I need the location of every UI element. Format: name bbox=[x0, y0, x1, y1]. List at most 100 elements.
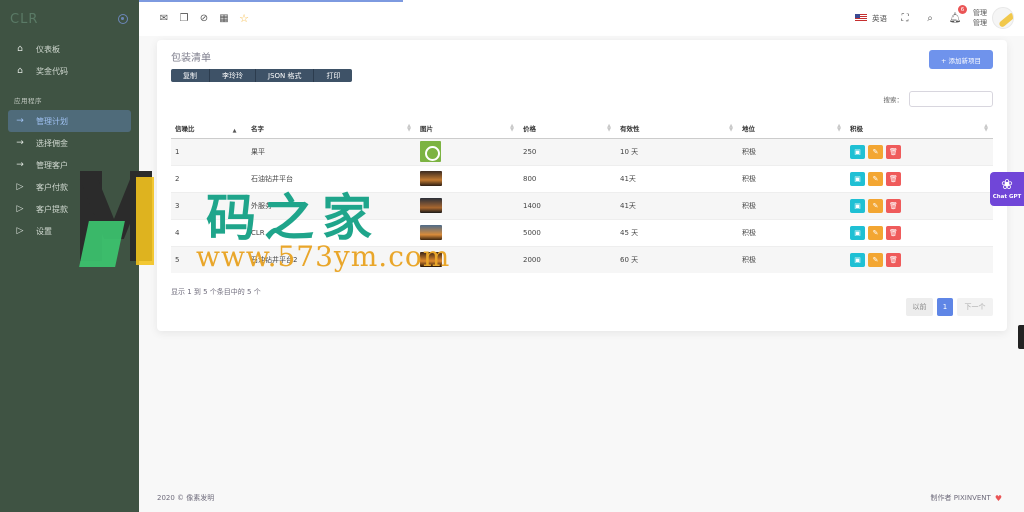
cell-no: 5 bbox=[171, 245, 247, 273]
view-icon[interactable]: ▣ bbox=[850, 252, 865, 267]
chat-icon[interactable]: ❐ bbox=[177, 11, 191, 25]
arrow-right-icon: → bbox=[16, 138, 24, 148]
language-selector[interactable]: 英语 bbox=[855, 13, 887, 24]
cell-no: 1 bbox=[171, 137, 247, 165]
star-icon[interactable]: ☆ bbox=[237, 11, 251, 25]
cell-name: CLR bbox=[247, 218, 416, 246]
sidebar-item-commission[interactable]: → 选择佣金 bbox=[8, 132, 131, 154]
cell-image bbox=[416, 164, 519, 192]
navbar-shortcuts: ✉ ❐ ⊘ ▦ ☆ bbox=[157, 11, 251, 25]
top-navbar: ✉ ❐ ⊘ ▦ ☆ 英语 ⛶ ⌕ 🔔︎ 6 管理 管理 bbox=[139, 0, 1024, 36]
column-header-image[interactable]: 图片 ▲ ▼ bbox=[416, 119, 519, 139]
view-icon[interactable]: ▣ bbox=[850, 198, 865, 213]
sidebar-item-label: 客户提款 bbox=[36, 204, 68, 214]
edit-icon[interactable]: ✎ bbox=[868, 252, 883, 267]
table-row: 1 果平 250 10 天 积极 ▣ ✎ 🗑︎ bbox=[171, 137, 993, 165]
sidebar: CLR ⌂ 仪表板 ⌂ 奖金代码 应用程序 → 管理计划 → 选择佣金 → 管理… bbox=[0, 0, 139, 512]
view-icon[interactable]: ▣ bbox=[850, 171, 865, 186]
sidebar-item-withdrawals[interactable]: ▷ 客户提款 bbox=[8, 198, 131, 220]
bell-icon[interactable]: 🔔︎ 6 bbox=[948, 5, 967, 25]
copy-button[interactable]: 复制 bbox=[171, 69, 210, 82]
column-header-actions[interactable]: 积极 ▲ ▼ bbox=[846, 119, 993, 139]
sidebar-item-label: 奖金代码 bbox=[36, 66, 68, 76]
pagination: 以前 1 下一个 bbox=[906, 298, 993, 316]
search-input[interactable] bbox=[909, 91, 993, 107]
cell-name: 外服务 bbox=[247, 191, 416, 219]
sort-icon: ▲ ▼ bbox=[984, 123, 988, 133]
delete-icon[interactable]: 🗑︎ bbox=[886, 171, 901, 186]
edit-icon[interactable]: ✎ bbox=[868, 225, 883, 240]
chatgpt-icon: ❀ bbox=[1001, 177, 1013, 193]
delete-icon[interactable]: 🗑︎ bbox=[886, 198, 901, 213]
json-button[interactable]: JSON 格式 bbox=[256, 69, 315, 82]
table-search: 搜索： bbox=[884, 91, 993, 107]
view-icon[interactable]: ▣ bbox=[850, 225, 865, 240]
cell-actions: ▣ ✎ 🗑︎ bbox=[846, 191, 993, 219]
export-button-group: 复制 李玲玲 JSON 格式 打印 bbox=[171, 69, 353, 82]
sidebar-item-label: 客户付款 bbox=[36, 182, 68, 192]
user-menu[interactable]: 管理 管理 bbox=[973, 7, 1014, 29]
next-page-button[interactable]: 下一个 bbox=[957, 298, 993, 316]
sidebar-item-customers[interactable]: → 管理客户 bbox=[8, 154, 131, 176]
notification-badge: 6 bbox=[958, 5, 967, 14]
cell-price: 2000 bbox=[519, 245, 616, 273]
add-new-item-button[interactable]: + 添加新项目 bbox=[929, 50, 993, 69]
print-button[interactable]: 打印 bbox=[314, 69, 353, 82]
view-icon[interactable]: ▣ bbox=[850, 144, 865, 159]
table-row: 4 CLR 5000 45 天 积极 ▣ ✎ 🗑︎ bbox=[171, 218, 993, 246]
user-info: 管理 管理 bbox=[973, 8, 987, 28]
home-icon: ⌂ bbox=[17, 44, 23, 54]
sidebar-item-label: 设置 bbox=[36, 226, 52, 236]
home-icon: ⌂ bbox=[17, 66, 23, 76]
search-icon[interactable]: ⌕ bbox=[923, 11, 937, 25]
us-flag-icon bbox=[855, 14, 867, 22]
cell-image bbox=[416, 245, 519, 273]
brand-logo[interactable]: CLR bbox=[10, 12, 38, 27]
previous-page-button[interactable]: 以前 bbox=[906, 298, 933, 316]
page-1-button[interactable]: 1 bbox=[937, 298, 953, 316]
column-header-snr[interactable]: 信噪比 ▲ bbox=[171, 119, 247, 139]
sidebar-item-dashboard[interactable]: ⌂ 仪表板 bbox=[8, 38, 131, 60]
sort-icon: ▲ ▼ bbox=[729, 123, 733, 133]
sidebar-item-manage-plans[interactable]: → 管理计划 bbox=[8, 110, 131, 132]
edit-icon[interactable]: ✎ bbox=[868, 144, 883, 159]
edit-icon[interactable]: ✎ bbox=[868, 198, 883, 213]
check-circle-icon[interactable]: ⊘ bbox=[197, 11, 211, 25]
fullscreen-icon[interactable]: ⛶ bbox=[898, 11, 912, 25]
table-info: 显示 1 到 5 个条目中的 5 个 bbox=[171, 288, 261, 296]
delete-icon[interactable]: 🗑︎ bbox=[886, 252, 901, 267]
cell-price: 1400 bbox=[519, 191, 616, 219]
chatgpt-widget[interactable]: ❀ Chat GPT bbox=[990, 172, 1024, 206]
sidebar-item-settings[interactable]: ▷ 设置 bbox=[8, 220, 131, 242]
sidebar-item-bonus-code[interactable]: ⌂ 奖金代码 bbox=[8, 60, 131, 82]
avatar[interactable] bbox=[992, 7, 1014, 29]
sidebar-toggle-icon[interactable] bbox=[118, 14, 128, 24]
column-header-status[interactable]: 地位 ▲ ▼ bbox=[738, 119, 846, 139]
cell-no: 2 bbox=[171, 164, 247, 192]
mail-icon[interactable]: ✉ bbox=[157, 11, 171, 25]
sidebar-item-label: 仪表板 bbox=[36, 44, 60, 54]
cell-actions: ▣ ✎ 🗑︎ bbox=[846, 164, 993, 192]
cell-name: 果平 bbox=[247, 137, 416, 165]
sort-icon: ▲ ▼ bbox=[837, 123, 841, 133]
cell-validity: 60 天 bbox=[616, 245, 738, 273]
csv-button[interactable]: 李玲玲 bbox=[210, 69, 256, 82]
side-drawer-handle[interactable] bbox=[1018, 325, 1024, 349]
calendar-icon[interactable]: ▦ bbox=[217, 11, 231, 25]
cell-image bbox=[416, 137, 519, 165]
language-label: 英语 bbox=[872, 13, 887, 23]
cell-validity: 45 天 bbox=[616, 218, 738, 246]
cell-validity: 10 天 bbox=[616, 137, 738, 165]
play-icon: ▷ bbox=[16, 204, 24, 214]
delete-icon[interactable]: 🗑︎ bbox=[886, 225, 901, 240]
column-header-price[interactable]: 价格 ▲ ▼ bbox=[519, 119, 616, 139]
cell-no: 3 bbox=[171, 191, 247, 219]
column-header-validity[interactable]: 有效性 ▲ ▼ bbox=[616, 119, 738, 139]
cell-price: 250 bbox=[519, 137, 616, 165]
footer-copyright: 2020 © 像素发明 bbox=[157, 494, 215, 502]
edit-icon[interactable]: ✎ bbox=[868, 171, 883, 186]
cell-actions: ▣ ✎ 🗑︎ bbox=[846, 245, 993, 273]
sidebar-item-payments[interactable]: ▷ 客户付款 bbox=[8, 176, 131, 198]
column-header-name[interactable]: 名字 ▲ ▼ bbox=[247, 119, 416, 139]
delete-icon[interactable]: 🗑︎ bbox=[886, 144, 901, 159]
